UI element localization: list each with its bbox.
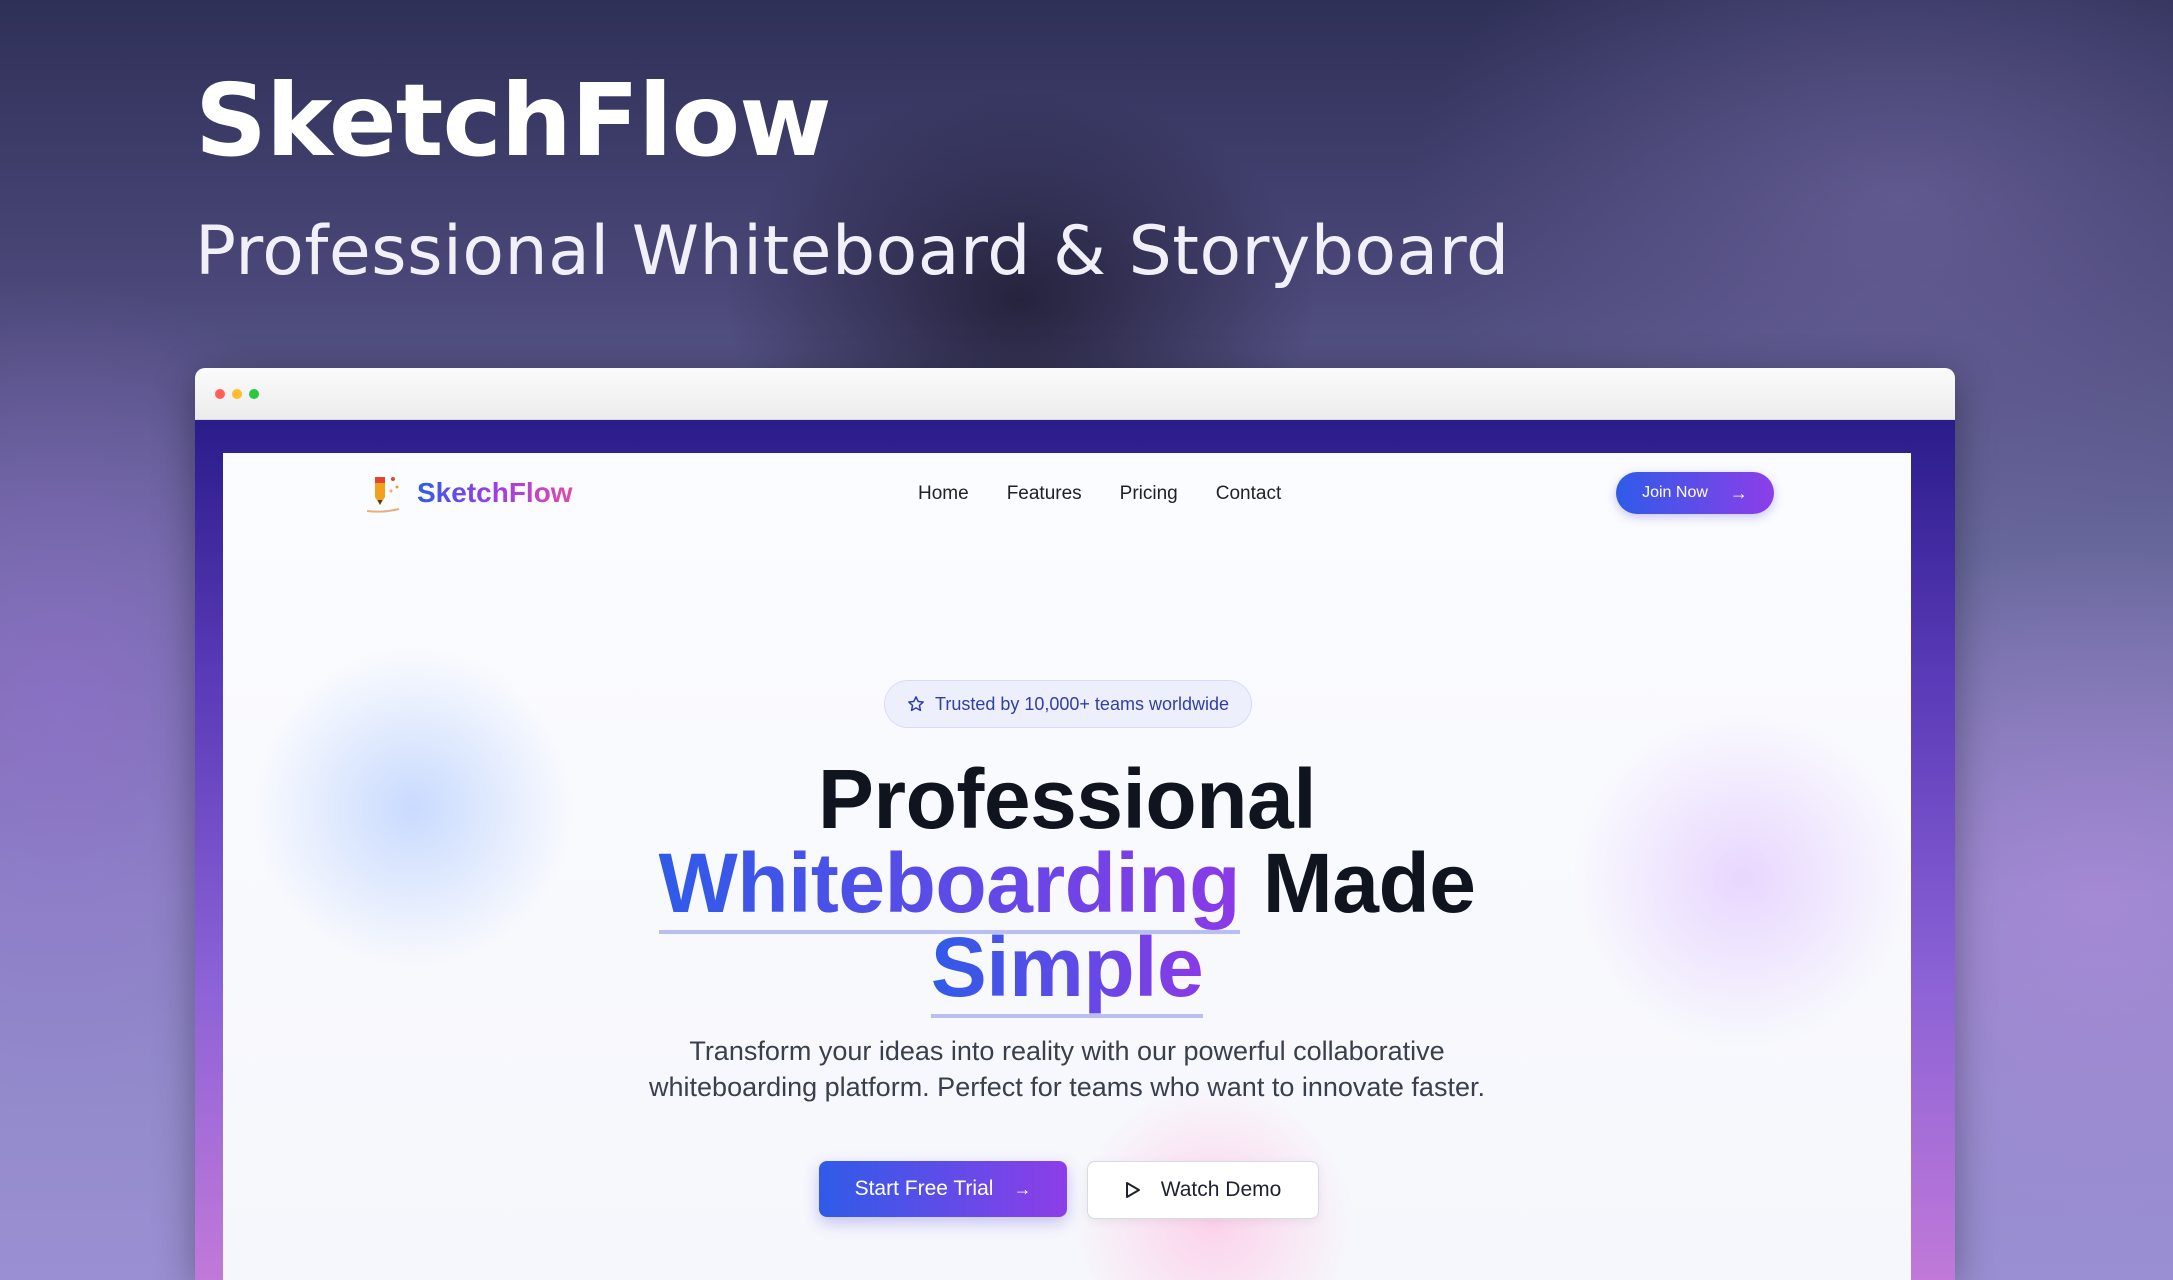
browser-window: SketchFlow Home Features Pricing Contact… (195, 368, 1955, 1280)
trusted-badge-text: Trusted by 10,000+ teams worldwide (935, 693, 1229, 714)
minimize-window-dot[interactable] (232, 389, 242, 399)
brand-logo[interactable]: SketchFlow (363, 471, 573, 515)
main-nav: Home Features Pricing Contact (918, 483, 1281, 505)
arrow-right-icon: → (1729, 482, 1748, 503)
hero-description-line1: Transform your ideas into reality with o… (689, 1036, 1445, 1066)
browser-viewport-frame: SketchFlow Home Features Pricing Contact… (195, 420, 1955, 1280)
arrow-right-icon: → (1013, 1178, 1032, 1199)
start-free-trial-label: Start Free Trial (854, 1177, 994, 1200)
headline-made: Made (1239, 836, 1476, 930)
hero-description: Transform your ideas into reality with o… (223, 1033, 1911, 1105)
watch-demo-label: Watch Demo (1160, 1178, 1282, 1201)
nav-home[interactable]: Home (918, 483, 969, 505)
banner-subtitle: Professional Whiteboard & Storyboard (195, 212, 1510, 291)
trusted-badge: Trusted by 10,000+ teams worldwide (884, 680, 1252, 728)
watch-demo-button[interactable]: Watch Demo (1087, 1161, 1319, 1219)
banner-title: SketchFlow (195, 62, 832, 179)
join-now-button[interactable]: Join Now → (1616, 472, 1774, 514)
join-now-label: Join Now (1642, 484, 1708, 501)
pencil-sparkle-icon (366, 477, 400, 513)
cta-row: Start Free Trial → Watch Demo (819, 1161, 1319, 1219)
hero-description-line2: whiteboarding platform. Perfect for team… (649, 1072, 1485, 1102)
star-icon (908, 696, 924, 712)
browser-titlebar (195, 368, 1955, 420)
nav-pricing[interactable]: Pricing (1120, 483, 1178, 505)
nav-contact[interactable]: Contact (1216, 483, 1281, 505)
maximize-window-dot[interactable] (249, 389, 259, 399)
landing-page: SketchFlow Home Features Pricing Contact… (223, 453, 1911, 1280)
headline-line1: Professional (817, 752, 1317, 846)
nav-features[interactable]: Features (1007, 483, 1082, 505)
close-window-dot[interactable] (215, 389, 225, 399)
brand-name: SketchFlow (417, 477, 573, 508)
start-free-trial-button[interactable]: Start Free Trial → (819, 1161, 1067, 1217)
hero-headline: Professional Whiteboarding Made Simple (223, 757, 1911, 1018)
play-icon (1125, 1182, 1140, 1198)
headline-highlight-simple: Simple (930, 920, 1204, 1018)
